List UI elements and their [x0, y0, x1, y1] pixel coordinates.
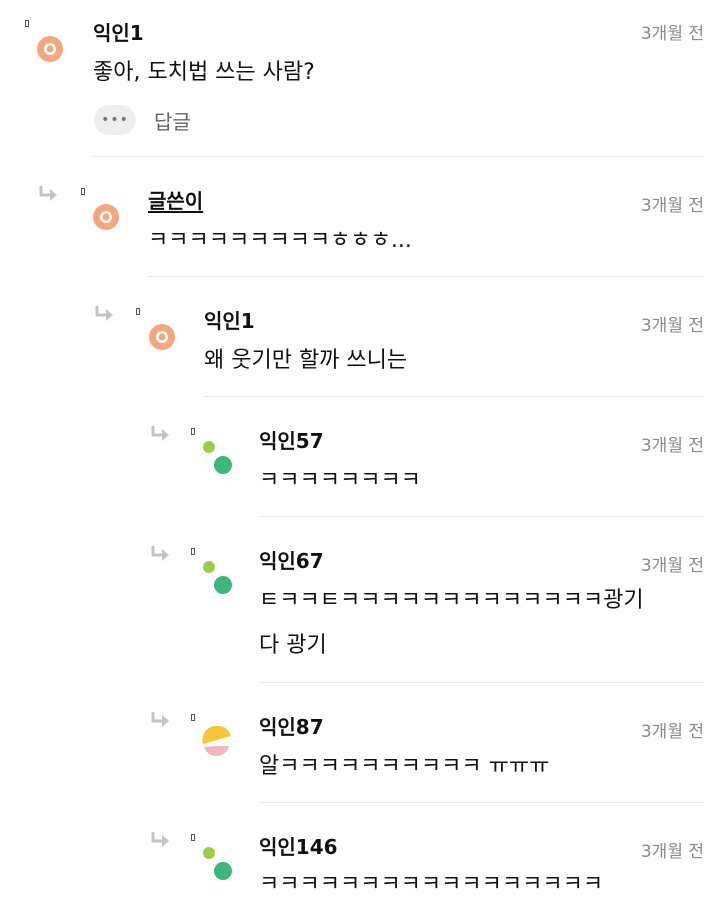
reply-button[interactable]: 답글 — [154, 106, 191, 135]
comment-time: 3개월 전 — [640, 316, 704, 336]
comment-text: 좋아, 도치법 쓰는 사람? — [93, 60, 315, 85]
comment-time: 3개월 전 — [640, 24, 704, 44]
divider — [148, 276, 704, 277]
collapse-marker-icon[interactable] — [191, 548, 195, 555]
comment-text: 다 광기 — [259, 633, 327, 658]
divider — [204, 396, 704, 397]
comment-time: 3개월 전 — [640, 722, 704, 742]
comment-author[interactable]: 익인67 — [259, 545, 324, 574]
comment-text: ㅌㅋㅋㅌㅋㅋㅋㅋㅋㅋㅋㅋㅋㅋㅋㅋㅋ광기 — [259, 588, 644, 613]
reply-arrow-icon — [151, 832, 169, 847]
collapse-marker-icon[interactable] — [81, 188, 85, 195]
comment-author[interactable]: 익인146 — [259, 831, 338, 860]
comment-time: 3개월 전 — [640, 842, 704, 862]
collapse-marker-icon[interactable] — [191, 834, 195, 841]
divider — [93, 156, 704, 157]
comment-time: 3개월 전 — [640, 196, 704, 216]
divider — [259, 516, 704, 517]
comment-text: 알ㅋㅋㅋㅋㅋㅋㅋㅋㅋㅋ ㅠㅠㅠ — [259, 754, 550, 779]
reply-arrow-icon — [95, 306, 113, 321]
comment-author[interactable]: 익인57 — [259, 425, 324, 454]
comment-time: 3개월 전 — [640, 436, 704, 456]
avatar — [37, 36, 63, 62]
avatar — [93, 204, 119, 230]
more-icon: ••• — [101, 112, 129, 128]
comment-author[interactable]: 익인1 — [204, 305, 255, 334]
comment-text: ㅋㅋㅋㅋㅋㅋㅋㅋ — [259, 468, 421, 493]
more-button[interactable]: ••• — [94, 105, 136, 135]
comment-text: ㅋㅋㅋㅋㅋㅋㅋㅋㅋㅎㅎㅎ... — [148, 228, 412, 253]
comment-author[interactable]: 익인1 — [93, 17, 144, 46]
avatar — [202, 726, 231, 756]
avatar — [203, 561, 232, 594]
reply-arrow-icon — [151, 712, 169, 727]
comment-text: ㅋㅋㅋㅋㅋㅋㅋㅋㅋㅋㅋㅋㅋㅋㅋㅋㅋ — [259, 872, 604, 897]
avatar — [203, 847, 232, 880]
collapse-marker-icon[interactable] — [136, 308, 140, 315]
comment-text: 왜 웃기만 할까 쓰니는 — [204, 348, 408, 373]
divider — [259, 682, 704, 683]
comment-author[interactable]: 글쓴이 — [148, 185, 203, 214]
avatar — [203, 441, 232, 474]
collapse-marker-icon[interactable] — [191, 428, 195, 435]
reply-arrow-icon — [39, 186, 57, 201]
reply-arrow-icon — [151, 546, 169, 561]
avatar — [149, 324, 175, 350]
collapse-marker-icon[interactable] — [191, 714, 195, 721]
comment-time: 3개월 전 — [640, 556, 704, 576]
divider — [259, 802, 704, 803]
comment-author[interactable]: 익인87 — [259, 711, 324, 740]
reply-arrow-icon — [151, 426, 169, 441]
collapse-marker-icon[interactable] — [25, 20, 29, 27]
